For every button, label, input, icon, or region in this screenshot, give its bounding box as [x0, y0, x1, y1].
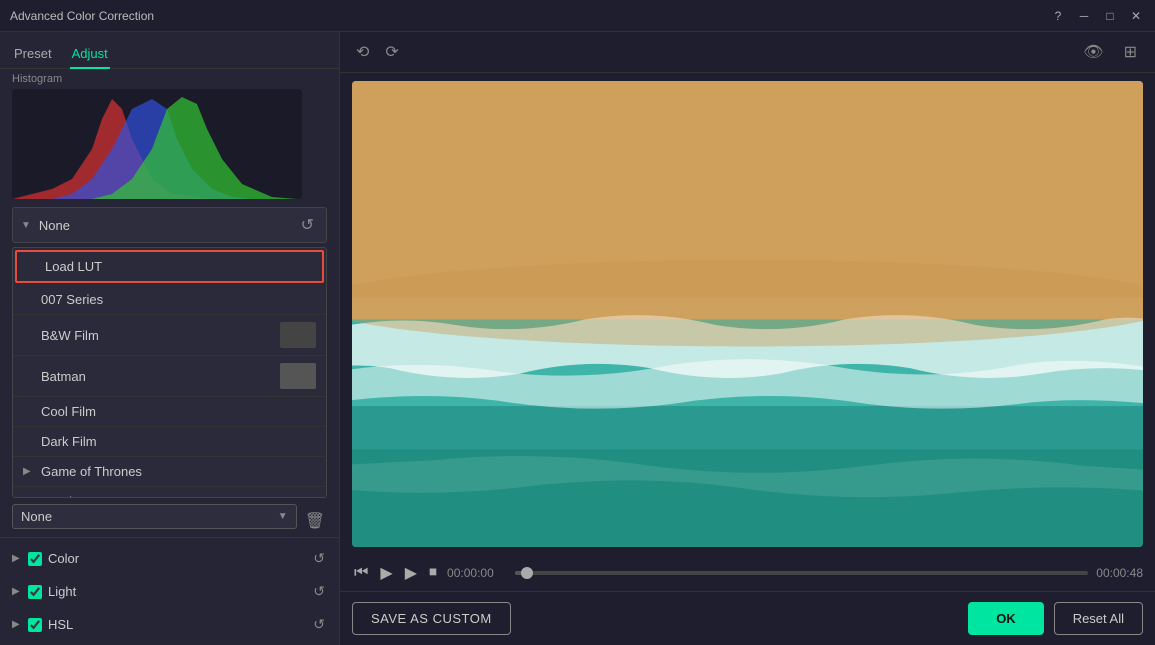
correction-row-color: ▶ Color ↺ — [12, 544, 327, 573]
tabs-bar: Preset Adjust — [0, 32, 339, 69]
histogram-canvas — [12, 89, 302, 199]
right-panel: ⟲ ⟳ 👁 ⊞ — [340, 32, 1155, 645]
bw-film-label: B&W Film — [41, 328, 274, 343]
current-time: 00:00:00 — [447, 566, 507, 580]
compare-button[interactable]: ⊞ — [1118, 40, 1143, 64]
close-button[interactable]: ✕ — [1127, 7, 1145, 25]
hsl-checkbox[interactable] — [28, 618, 42, 632]
beach-scene-svg — [352, 81, 1143, 547]
gravity-label: Gravity — [41, 494, 316, 498]
007-series-label: 007 Series — [41, 292, 316, 307]
main-layout: Preset Adjust Histogram — [0, 32, 1155, 645]
light-checkbox[interactable] — [28, 585, 42, 599]
tab-preset[interactable]: Preset — [12, 40, 54, 69]
light-expand-icon[interactable]: ▶ — [12, 586, 22, 597]
gravity-arrow: ▼ — [23, 496, 33, 498]
histogram-label: Histogram — [12, 73, 327, 85]
step-back-button[interactable]: ⏮ — [352, 562, 370, 584]
title-bar: Advanced Color Correction ? ─ □ ✕ — [0, 0, 1155, 32]
correction-items: ▶ Color ↺ ▶ Light ↺ ▶ HSL ↺ — [12, 544, 327, 639]
maximize-button[interactable]: □ — [1101, 7, 1119, 25]
window-controls: ? ─ □ ✕ — [1049, 7, 1145, 25]
load-lut-label: Load LUT — [45, 259, 312, 274]
color-checkbox[interactable] — [28, 552, 42, 566]
tab-adjust[interactable]: Adjust — [70, 40, 110, 69]
corrections-section: ▶ Color ↺ ▶ Light ↺ ▶ HSL ↺ — [0, 537, 339, 645]
light-reset-button[interactable]: ↺ — [311, 581, 327, 602]
hsl-label: HSL — [48, 617, 311, 632]
preset-item-bw-film[interactable]: B&W Film — [13, 315, 326, 356]
reset-preset-button[interactable]: ↺ — [297, 213, 318, 237]
right-toolbar: ⟲ ⟳ 👁 ⊞ — [340, 32, 1155, 73]
save-as-custom-button[interactable]: SAVE AS CUSTOM — [352, 602, 511, 635]
got-label: Game of Thrones — [41, 464, 316, 479]
minimize-icon: ─ — [1080, 9, 1089, 23]
delete-lut-button[interactable]: 🗑 — [303, 509, 327, 533]
preset-item-batman[interactable]: Batman — [13, 356, 326, 397]
play-alt-button[interactable]: ▶ — [403, 561, 419, 585]
got-arrow: ▶ — [23, 466, 33, 477]
correction-row-hsl: ▶ HSL ↺ — [12, 610, 327, 639]
progress-thumb[interactable] — [521, 567, 533, 579]
minimize-button[interactable]: ─ — [1075, 7, 1093, 25]
eye-button[interactable]: 👁 — [1077, 40, 1109, 64]
video-controls: ⏮ ▶ ▶ ⏹ 00:00:00 00:00:48 — [340, 555, 1155, 591]
none-selector[interactable]: ▼ None ↺ — [12, 207, 327, 243]
play-button[interactable]: ▶ — [378, 561, 394, 585]
batman-label: Batman — [41, 369, 274, 384]
undo-button[interactable]: ⟲ — [352, 40, 373, 64]
correction-row-light: ▶ Light ↺ — [12, 577, 327, 606]
color-reset-button[interactable]: ↺ — [311, 548, 327, 569]
bottom-right-buttons: OK Reset All — [968, 602, 1143, 635]
lut-selector[interactable]: None ▼ — [12, 504, 297, 529]
ok-button[interactable]: OK — [968, 602, 1044, 635]
help-button[interactable]: ? — [1049, 7, 1067, 25]
help-icon: ? — [1055, 9, 1062, 23]
progress-bar[interactable] — [515, 571, 1088, 575]
close-icon: ✕ — [1131, 9, 1141, 23]
redo-button[interactable]: ⟳ — [381, 40, 402, 64]
histogram-chart — [12, 89, 302, 199]
batman-thumbnail — [280, 363, 316, 389]
preset-item-007-series[interactable]: 007 Series — [13, 285, 326, 315]
histogram-section: Histogram — [0, 69, 339, 207]
hsl-expand-icon[interactable]: ▶ — [12, 619, 22, 630]
reset-all-button[interactable]: Reset All — [1054, 602, 1143, 635]
light-label: Light — [48, 584, 311, 599]
video-preview — [352, 81, 1143, 547]
preset-item-game-of-thrones[interactable]: ▶ Game of Thrones — [13, 457, 326, 487]
cool-film-label: Cool Film — [41, 404, 316, 419]
maximize-icon: □ — [1106, 9, 1113, 23]
chevron-down-icon: ▼ — [21, 220, 31, 231]
dropdown-area: ▼ None ↺ Load LUT 007 Series B&W F — [0, 207, 339, 537]
color-label: Color — [48, 551, 311, 566]
bottom-buttons: SAVE AS CUSTOM OK Reset All — [340, 591, 1155, 645]
stop-button[interactable]: ⏹ — [427, 562, 439, 584]
dark-film-label: Dark Film — [41, 434, 316, 449]
preset-item-gravity[interactable]: ▼ Gravity — [13, 487, 326, 498]
window-title: Advanced Color Correction — [10, 9, 1049, 23]
color-expand-icon[interactable]: ▶ — [12, 553, 22, 564]
left-panel: Preset Adjust Histogram — [0, 32, 340, 645]
hsl-reset-button[interactable]: ↺ — [311, 614, 327, 635]
end-time: 00:00:48 — [1096, 566, 1143, 580]
bw-film-thumbnail — [280, 322, 316, 348]
preset-item-load-lut[interactable]: Load LUT — [15, 250, 324, 283]
lut-selector-chevron: ▼ — [278, 511, 288, 522]
preset-item-dark-film[interactable]: Dark Film — [13, 427, 326, 457]
preset-item-cool-film[interactable]: Cool Film — [13, 397, 326, 427]
preset-list: Load LUT 007 Series B&W Film Batman — [12, 247, 327, 498]
